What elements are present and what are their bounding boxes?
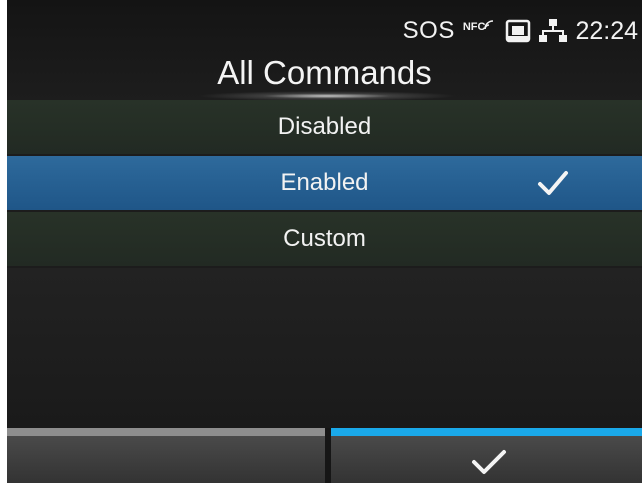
printer-screen: SOS NFC 22:24 All Commands Disabled Enab… bbox=[0, 0, 642, 483]
wired-network-icon bbox=[539, 19, 568, 42]
checkmark-icon bbox=[538, 171, 568, 195]
option-label: Disabled bbox=[277, 113, 372, 140]
display-panel: SOS NFC 22:24 All Commands Disabled Enab… bbox=[7, 0, 642, 483]
nfc-wave-icon bbox=[484, 20, 494, 30]
option-label: Custom bbox=[283, 225, 366, 252]
option-label: Enabled bbox=[280, 169, 369, 196]
status-bar: SOS NFC 22:24 bbox=[403, 14, 638, 48]
clock: 22:24 bbox=[575, 16, 638, 45]
back-button[interactable] bbox=[7, 428, 325, 483]
checkmark-icon bbox=[472, 450, 506, 474]
sos-indicator: SOS bbox=[402, 17, 455, 44]
nfc-label: NFC bbox=[462, 21, 486, 33]
option-enabled[interactable]: Enabled bbox=[7, 156, 642, 210]
confirm-button[interactable] bbox=[331, 428, 642, 483]
memory-card-icon bbox=[506, 19, 531, 43]
option-list: Disabled Enabled Custom bbox=[7, 100, 642, 268]
empty-list-area bbox=[7, 268, 642, 428]
header: SOS NFC 22:24 All Commands bbox=[7, 0, 642, 101]
nfc-icon: NFC bbox=[463, 17, 498, 45]
page-title: All Commands bbox=[217, 54, 432, 91]
option-custom[interactable]: Custom bbox=[7, 212, 642, 266]
option-disabled[interactable]: Disabled bbox=[7, 100, 642, 154]
footer bbox=[7, 428, 642, 483]
